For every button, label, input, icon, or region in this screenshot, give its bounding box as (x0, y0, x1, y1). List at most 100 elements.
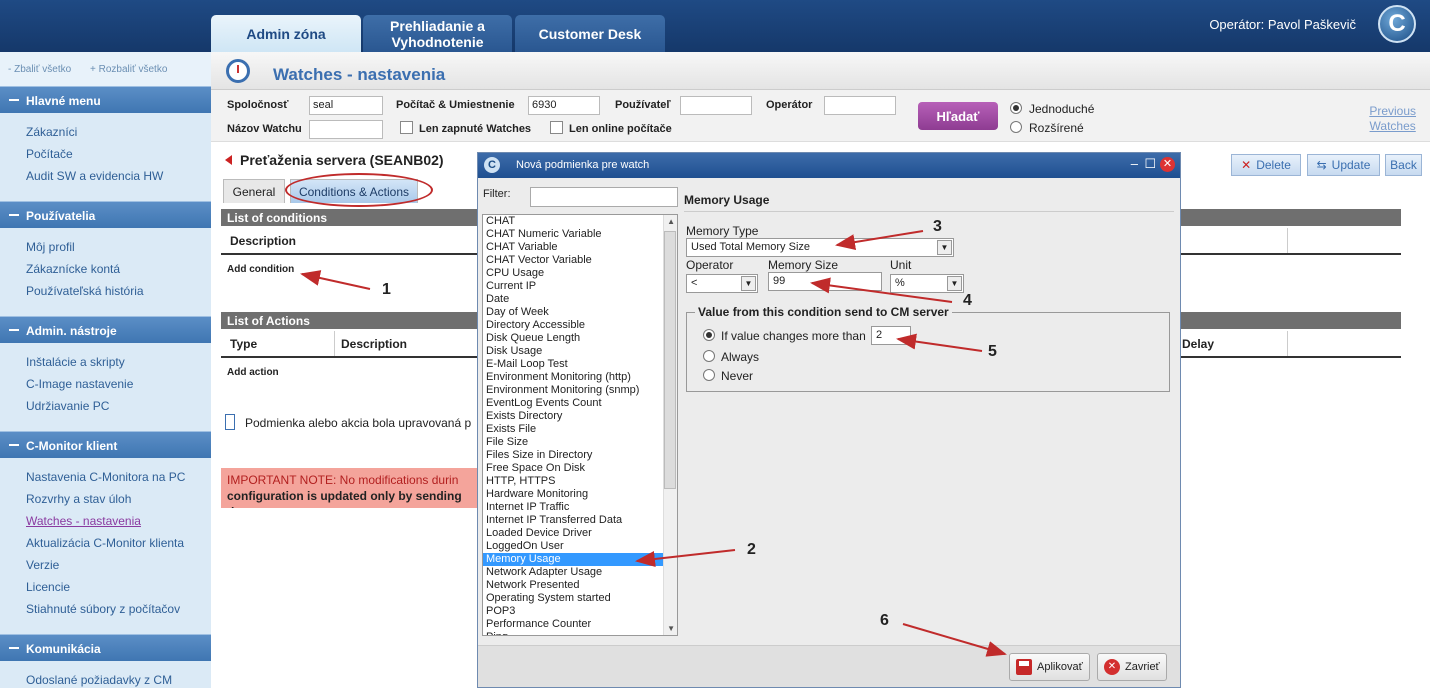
always-label: Always (721, 350, 760, 364)
maximize-icon[interactable]: ☐ (1144, 157, 1156, 171)
list-item[interactable]: CHAT (483, 215, 677, 228)
tab-prehliadanie[interactable]: Prehliadanie a Vyhodnotenie (363, 15, 512, 52)
close-icon[interactable]: ✕ (1160, 157, 1175, 172)
add-condition-link[interactable]: Add condition (227, 264, 294, 275)
list-item[interactable]: POP3 (483, 605, 677, 618)
memory-size-input[interactable]: 99 (768, 272, 882, 291)
delete-button[interactable]: ✕ Delete (1231, 154, 1301, 176)
list-item[interactable]: Exists File (483, 423, 677, 436)
filter-input[interactable] (530, 187, 678, 207)
condition-type-list[interactable]: CHAT CHAT Numeric Variable CHAT Variable CH… (482, 214, 678, 636)
sidebar-item[interactable]: Počítače (26, 147, 211, 169)
change-threshold-input[interactable]: 2 (871, 326, 911, 345)
list-item[interactable]: LoggedOn User (483, 540, 677, 553)
scroll-up-icon[interactable]: ▲ (667, 217, 675, 226)
sidebar-section-header[interactable]: C-Monitor klient (0, 431, 211, 458)
list-item[interactable]: Free Space On Disk (483, 462, 677, 475)
scroll-down-icon[interactable]: ▼ (667, 624, 675, 633)
sidebar-item[interactable]: Licencie (26, 580, 211, 602)
annotation-5: 5 (988, 343, 997, 360)
sidebar-item[interactable]: Udržiavanie PC (26, 399, 211, 421)
list-item[interactable]: Performance Counter (483, 618, 677, 631)
list-item[interactable]: EventLog Events Count (483, 397, 677, 410)
sidebar-item[interactable]: Odoslané požiadavky z CM (26, 673, 211, 688)
tab-customer-desk[interactable]: Customer Desk (515, 15, 665, 52)
list-item[interactable]: Directory Accessible (483, 319, 677, 332)
list-item[interactable]: Ping (483, 631, 677, 635)
back-label: Back (1390, 158, 1417, 172)
operator-select[interactable]: < ▼ (686, 274, 758, 293)
update-button[interactable]: ⇆ Update (1307, 154, 1380, 176)
previous-watches-link[interactable]: Previous Watches (1369, 104, 1416, 134)
list-scrollbar[interactable]: ▲ ▼ (663, 215, 677, 635)
back-button[interactable]: Back (1385, 154, 1422, 176)
list-item[interactable]: Network Presented (483, 579, 677, 592)
always-radio[interactable] (703, 350, 715, 362)
only-online-label: Len online počítače (569, 123, 672, 135)
company-input[interactable]: seal (309, 96, 383, 115)
sidebar-item[interactable]: Zákaznícke kontá (26, 262, 211, 284)
collapse-all-link[interactable]: - Zbaliť všetko (8, 64, 71, 75)
sidebar-section-header[interactable]: Komunikácia (0, 634, 211, 661)
simple-radio[interactable] (1010, 102, 1022, 114)
list-item[interactable]: Internet IP Traffic (483, 501, 677, 514)
list-item[interactable]: CHAT Vector Variable (483, 254, 677, 267)
sidebar-item[interactable]: Používateľská história (26, 284, 211, 306)
tab-general[interactable]: General (223, 179, 285, 203)
list-item[interactable]: Internet IP Transferred Data (483, 514, 677, 527)
if-changes-radio[interactable] (703, 329, 715, 341)
scroll-thumb[interactable] (664, 231, 676, 489)
list-item[interactable]: Environment Monitoring (snmp) (483, 384, 677, 397)
tab-admin-zona[interactable]: Admin zóna (211, 15, 361, 52)
computer-input[interactable]: 6930 (528, 96, 600, 115)
list-item[interactable]: Date (483, 293, 677, 306)
add-action-link[interactable]: Add action (227, 367, 279, 378)
operator-input[interactable] (824, 96, 896, 115)
close-button[interactable]: ✕ Zavrieť (1097, 653, 1167, 681)
list-item[interactable]: CPU Usage (483, 267, 677, 280)
unit-select[interactable]: % ▼ (890, 274, 964, 293)
list-item[interactable]: Exists Directory (483, 410, 677, 423)
sidebar-item[interactable]: Stiahnuté súbory z počítačov (26, 602, 211, 624)
sidebar-section-header[interactable]: Admin. nástroje (0, 316, 211, 343)
list-item[interactable]: File Size (483, 436, 677, 449)
sidebar-item[interactable]: Aktualizácia C-Monitor klienta (26, 536, 211, 558)
list-item[interactable]: CHAT Variable (483, 241, 677, 254)
sidebar-item[interactable]: Nastavenia C-Monitora na PC (26, 470, 211, 492)
list-item[interactable]: Network Adapter Usage (483, 566, 677, 579)
sidebar-item[interactable]: Inštalácie a skripty (26, 355, 211, 377)
sidebar-item[interactable]: C-Image nastavenie (26, 377, 211, 399)
list-item[interactable]: CHAT Numeric Variable (483, 228, 677, 241)
minimize-icon[interactable]: – (1131, 157, 1138, 171)
list-item[interactable]: HTTP, HTTPS (483, 475, 677, 488)
memory-type-select[interactable]: Used Total Memory Size ▼ (686, 238, 954, 257)
only-online-checkbox[interactable] (550, 121, 563, 134)
list-item[interactable]: Memory Usage (483, 553, 677, 566)
sidebar-section-header[interactable]: Hlavné menu (0, 86, 211, 113)
list-item[interactable]: E-Mail Loop Test (483, 358, 677, 371)
user-input[interactable] (680, 96, 752, 115)
sidebar-item[interactable]: Audit SW a evidencia HW (26, 169, 211, 191)
sidebar-section-header[interactable]: Používatelia (0, 201, 211, 228)
only-enabled-checkbox[interactable] (400, 121, 413, 134)
sidebar-item[interactable]: Môj profil (26, 240, 211, 262)
list-item[interactable]: Day of Week (483, 306, 677, 319)
sidebar-item[interactable]: Watches - nastavenia (26, 514, 211, 536)
list-item[interactable]: Disk Queue Length (483, 332, 677, 345)
never-radio[interactable] (703, 369, 715, 381)
list-item[interactable]: Loaded Device Driver (483, 527, 677, 540)
list-item[interactable]: Disk Usage (483, 345, 677, 358)
advanced-radio[interactable] (1010, 121, 1022, 133)
sidebar-item[interactable]: Zákazníci (26, 125, 211, 147)
sidebar-item[interactable]: Rozvrhy a stav úloh (26, 492, 211, 514)
list-item[interactable]: Current IP (483, 280, 677, 293)
expand-all-link[interactable]: + Rozbaliť všetko (90, 64, 167, 75)
apply-button[interactable]: Aplikovať (1009, 653, 1090, 681)
sidebar-item[interactable]: Verzie (26, 558, 211, 580)
list-item[interactable]: Files Size in Directory (483, 449, 677, 462)
watch-name-input[interactable] (309, 120, 383, 139)
list-item[interactable]: Hardware Monitoring (483, 488, 677, 501)
list-item[interactable]: Environment Monitoring (http) (483, 371, 677, 384)
list-item[interactable]: Operating System started (483, 592, 677, 605)
search-button[interactable]: Hľadať (918, 102, 998, 130)
